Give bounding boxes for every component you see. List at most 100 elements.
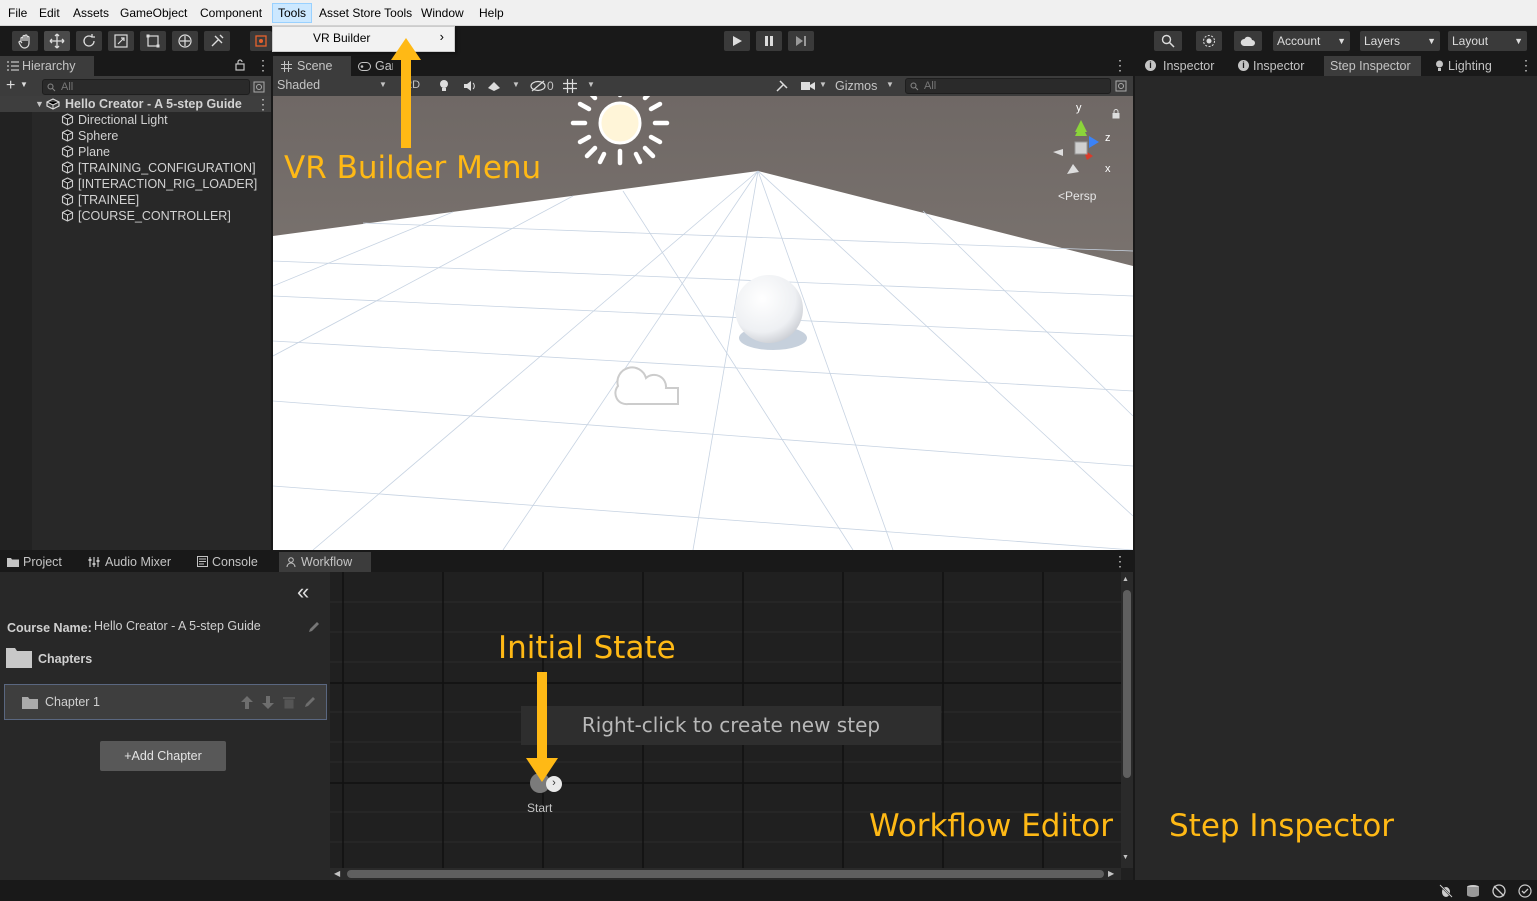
rotate-icon [83, 34, 95, 47]
chevron-down-icon[interactable]: ▼ [819, 80, 827, 89]
move-tool-button[interactable] [44, 31, 70, 51]
pause-button[interactable] [756, 31, 782, 51]
menu-asset-store-tools[interactable]: Asset Store Tools [314, 3, 417, 23]
pivot-icon [255, 35, 267, 47]
collapse-chevrons-icon[interactable]: « [297, 581, 309, 603]
chevron-down-icon[interactable]: ▼ [512, 80, 520, 89]
grid-icon [281, 61, 292, 72]
search-filter-icon[interactable] [1115, 80, 1127, 92]
menu-assets[interactable]: Assets [68, 3, 114, 23]
scroll-down-icon[interactable]: ▼ [1122, 854, 1129, 861]
search-button[interactable] [1154, 31, 1182, 51]
account-dropdown[interactable]: Account ▼ [1273, 31, 1350, 51]
menu-gameobject[interactable]: GameObject [115, 3, 192, 23]
menu-tools[interactable]: Tools [272, 3, 313, 23]
arrow-up-icon[interactable] [240, 695, 254, 710]
search-filter-icon[interactable] [253, 81, 265, 93]
move-arrows-icon [49, 33, 65, 49]
chevron-down-icon[interactable]: ▼ [886, 80, 894, 89]
pencil-icon[interactable] [307, 620, 321, 634]
camera-icon[interactable] [800, 80, 816, 92]
projection-label[interactable]: <Persp [1058, 189, 1096, 203]
bug-icon[interactable] [1439, 884, 1453, 898]
tab-hierarchy-label: Hierarchy [22, 59, 76, 73]
database-icon[interactable] [1466, 884, 1480, 898]
lock-icon[interactable] [235, 59, 245, 71]
scale-tool-button[interactable] [108, 31, 134, 51]
hierarchy-item[interactable]: Sphere [78, 128, 118, 144]
kebab-menu-icon[interactable]: ⋮ [1113, 553, 1127, 569]
layers-dropdown[interactable]: Layers ▼ [1360, 31, 1440, 51]
chevron-down-icon: ▼ [1514, 36, 1523, 46]
hierarchy-item[interactable]: Directional Light [78, 112, 168, 128]
tab-console-label: Console [212, 555, 258, 569]
vr-builder-menu-item[interactable]: VR Builder [313, 31, 370, 45]
unity-scene-icon [46, 98, 60, 110]
hierarchy-search-input[interactable]: All [42, 79, 250, 95]
horizontal-scroll-thumb[interactable] [347, 870, 1104, 878]
hierarchy-item[interactable]: [COURSE_CONTROLLER] [78, 208, 231, 224]
tab-step-inspector[interactable]: Step Inspector [1324, 56, 1421, 76]
check-circle-icon[interactable] [1518, 884, 1532, 898]
arrow-down-icon[interactable] [261, 695, 275, 710]
shading-mode-dropdown[interactable]: Shaded [277, 78, 320, 92]
play-button[interactable] [724, 31, 750, 51]
menu-component[interactable]: Component [195, 3, 267, 23]
chevron-down-icon[interactable]: ▼ [587, 80, 595, 89]
add-icon[interactable]: + [6, 77, 15, 95]
horizontal-scrollbar[interactable]: ◀ ▶ [330, 868, 1121, 880]
play-icon [733, 36, 742, 46]
menu-file[interactable]: File [3, 3, 32, 23]
list-icon [7, 61, 19, 71]
expand-arrow-icon[interactable]: ▼ [35, 99, 44, 109]
scroll-up-icon[interactable]: ▲ [1122, 576, 1129, 583]
scroll-left-icon[interactable]: ◀ [334, 869, 340, 878]
visibility-icon[interactable] [530, 80, 546, 92]
tools-menu-dropdown: VR Builder › [272, 26, 455, 52]
chapter-list-item[interactable]: Chapter 1 [4, 684, 327, 720]
pivot-button[interactable] [250, 31, 272, 51]
transform-tool-button[interactable] [172, 31, 198, 51]
rect-tool-button[interactable] [140, 31, 166, 51]
hand-tool-button[interactable] [12, 31, 38, 51]
tools-icon[interactable] [775, 79, 789, 93]
chevron-down-icon[interactable]: ▼ [20, 80, 28, 89]
layout-dropdown[interactable]: Layout ▼ [1448, 31, 1527, 51]
step-icon [796, 36, 806, 46]
hierarchy-item[interactable]: [TRAINEE] [78, 192, 139, 208]
menu-window[interactable]: Window [416, 3, 469, 23]
rotate-tool-button[interactable] [76, 31, 102, 51]
chapter-name: Chapter 1 [45, 695, 100, 709]
network-icon[interactable] [1492, 884, 1506, 898]
pencil-icon[interactable] [303, 695, 317, 709]
kebab-menu-icon[interactable]: ⋮ [256, 57, 270, 73]
custom-tool-button[interactable] [204, 31, 230, 51]
vertical-scroll-thumb[interactable] [1123, 590, 1131, 778]
kebab-menu-icon[interactable]: ⋮ [256, 96, 270, 112]
search-icon [1161, 34, 1175, 48]
chevron-down-icon[interactable]: ▼ [379, 80, 387, 89]
annotation-vr-builder-menu: VR Builder Menu [284, 150, 542, 186]
gizmos-button[interactable]: Gizmos [835, 79, 877, 93]
hierarchy-item[interactable]: [INTERACTION_RIG_LOADER] [78, 176, 257, 192]
effects-icon[interactable] [487, 80, 501, 92]
step-button[interactable] [788, 31, 814, 51]
kebab-menu-icon[interactable]: ⋮ [1113, 57, 1127, 73]
lock-icon[interactable] [1112, 109, 1120, 119]
hierarchy-item[interactable]: [TRAINING_CONFIGURATION] [78, 160, 256, 176]
scroll-right-icon[interactable]: ▶ [1108, 869, 1114, 878]
course-name-value: Hello Creator - A 5-step Guide [94, 619, 261, 633]
add-chapter-button[interactable]: +Add Chapter [100, 741, 226, 771]
grid-snap-icon[interactable] [563, 79, 577, 93]
audio-icon[interactable] [463, 80, 477, 92]
scene-search-input[interactable]: All [905, 78, 1111, 94]
cloud-button[interactable] [1234, 31, 1262, 51]
vertical-scrollbar[interactable]: ▲ ▼ [1121, 572, 1133, 868]
menu-edit[interactable]: Edit [34, 3, 65, 23]
menu-help[interactable]: Help [474, 3, 509, 23]
services-button[interactable] [1196, 31, 1222, 51]
kebab-menu-icon[interactable]: ⋮ [1519, 57, 1533, 73]
lightbulb-icon[interactable] [439, 79, 449, 93]
hierarchy-item[interactable]: Plane [78, 144, 110, 160]
trash-icon[interactable] [283, 695, 295, 709]
